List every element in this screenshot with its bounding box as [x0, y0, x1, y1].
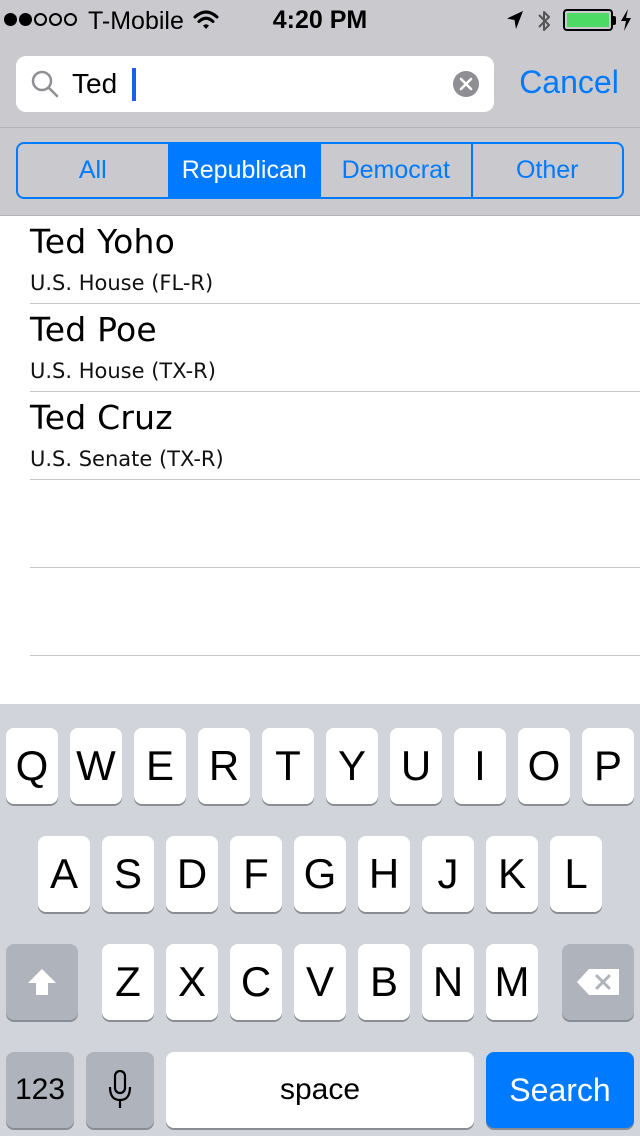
result-row[interactable]: Ted Yoho U.S. House (FL-R)	[30, 216, 640, 304]
key-n[interactable]: N	[422, 944, 474, 1020]
key-y[interactable]: Y	[326, 728, 378, 804]
result-name: Ted Cruz	[30, 398, 173, 437]
segment-democrat[interactable]: Democrat	[321, 144, 473, 197]
key-f[interactable]: F	[230, 836, 282, 912]
key-t[interactable]: T	[262, 728, 314, 804]
search-key[interactable]: Search	[486, 1052, 634, 1128]
key-l[interactable]: L	[550, 836, 602, 912]
segment-all[interactable]: All	[18, 144, 170, 197]
key-z[interactable]: Z	[102, 944, 154, 1020]
keyboard: Q W E R T Y U I O P A S D F G H J K L Z …	[0, 704, 640, 1136]
segment-republican[interactable]: Republican	[169, 144, 321, 197]
space-key[interactable]: space	[166, 1052, 474, 1128]
clear-text-icon[interactable]	[452, 70, 480, 98]
status-bar: T-Mobile 4:20 PM	[0, 0, 640, 40]
key-m[interactable]: M	[486, 944, 538, 1020]
shift-key[interactable]	[6, 944, 78, 1020]
key-x[interactable]: X	[166, 944, 218, 1020]
result-office: U.S. Senate (TX-R)	[30, 447, 224, 471]
delete-key[interactable]	[562, 944, 634, 1020]
microphone-icon	[108, 1069, 132, 1108]
cancel-button[interactable]: Cancel	[510, 58, 628, 106]
result-row[interactable]: Ted Poe U.S. House (TX-R)	[30, 304, 640, 392]
charging-bolt-icon	[621, 9, 631, 31]
key-s[interactable]: S	[102, 836, 154, 912]
numbers-key[interactable]: 123	[6, 1052, 74, 1128]
result-office: U.S. House (FL-R)	[30, 271, 214, 295]
result-office: U.S. House (TX-R)	[30, 359, 216, 383]
location-arrow-icon	[507, 11, 523, 29]
battery-cap	[613, 16, 616, 25]
empty-row	[30, 568, 640, 656]
empty-row	[30, 480, 640, 568]
key-e[interactable]: E	[134, 728, 186, 804]
result-name: Ted Yoho	[30, 222, 175, 261]
search-icon	[31, 70, 59, 98]
shift-icon	[28, 969, 56, 995]
dictation-key[interactable]	[86, 1052, 154, 1128]
key-b[interactable]: B	[358, 944, 410, 1020]
key-c[interactable]: C	[230, 944, 282, 1020]
results-list: Ted Yoho U.S. House (FL-R) Ted Poe U.S. …	[0, 216, 640, 704]
key-d[interactable]: D	[166, 836, 218, 912]
key-k[interactable]: K	[486, 836, 538, 912]
divider	[0, 127, 640, 128]
party-filter: All Republican Democrat Other	[16, 142, 624, 199]
key-h[interactable]: H	[358, 836, 410, 912]
text-cursor	[132, 68, 136, 101]
key-v[interactable]: V	[294, 944, 346, 1020]
key-r[interactable]: R	[198, 728, 250, 804]
key-q[interactable]: Q	[6, 728, 58, 804]
key-a[interactable]: A	[38, 836, 90, 912]
key-o[interactable]: O	[518, 728, 570, 804]
bluetooth-icon	[538, 11, 550, 31]
key-p[interactable]: P	[582, 728, 634, 804]
segment-other[interactable]: Other	[473, 144, 623, 197]
battery-icon	[563, 9, 613, 31]
key-i[interactable]: I	[454, 728, 506, 804]
search-input[interactable]	[72, 56, 442, 112]
key-j[interactable]: J	[422, 836, 474, 912]
result-row[interactable]: Ted Cruz U.S. Senate (TX-R)	[30, 392, 640, 480]
key-u[interactable]: U	[390, 728, 442, 804]
key-w[interactable]: W	[70, 728, 122, 804]
result-name: Ted Poe	[30, 310, 157, 349]
key-g[interactable]: G	[294, 836, 346, 912]
search-field[interactable]	[16, 56, 494, 112]
backspace-icon	[577, 969, 619, 995]
